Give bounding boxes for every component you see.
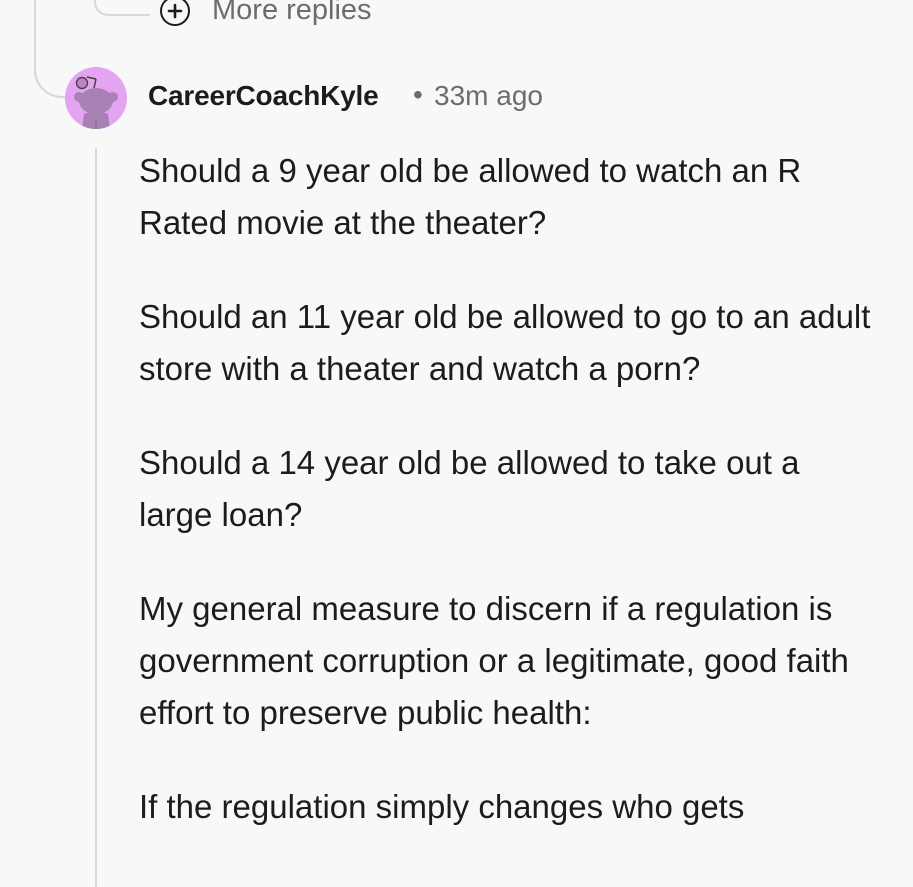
more-replies-button[interactable]: More replies xyxy=(160,0,372,27)
comment-paragraph: If the regulation simply changes who get… xyxy=(139,788,745,825)
comment-paragraph: Should a 9 year old be allowed to watch … xyxy=(139,152,802,241)
meta-separator: • xyxy=(413,79,423,110)
comment-author[interactable]: CareerCoachKyle xyxy=(148,80,379,112)
thread-connector xyxy=(34,40,66,98)
comment-paragraph: Should an 11 year old be allowed to go t… xyxy=(139,298,871,387)
comment-paragraph: My general measure to discern if a regul… xyxy=(139,590,849,731)
comment-thread-line[interactable] xyxy=(95,148,97,887)
comment-timestamp: 33m ago xyxy=(434,80,543,111)
comment-paragraph: Should a 14 year old be allowed to take … xyxy=(139,444,800,533)
more-replies-connector xyxy=(94,0,150,16)
snoo-avatar-icon[interactable] xyxy=(65,67,127,129)
plus-circle-icon xyxy=(160,0,190,26)
more-replies-label: More replies xyxy=(212,0,372,26)
comment-body: Should a 9 year old be allowed to watch … xyxy=(139,145,879,875)
